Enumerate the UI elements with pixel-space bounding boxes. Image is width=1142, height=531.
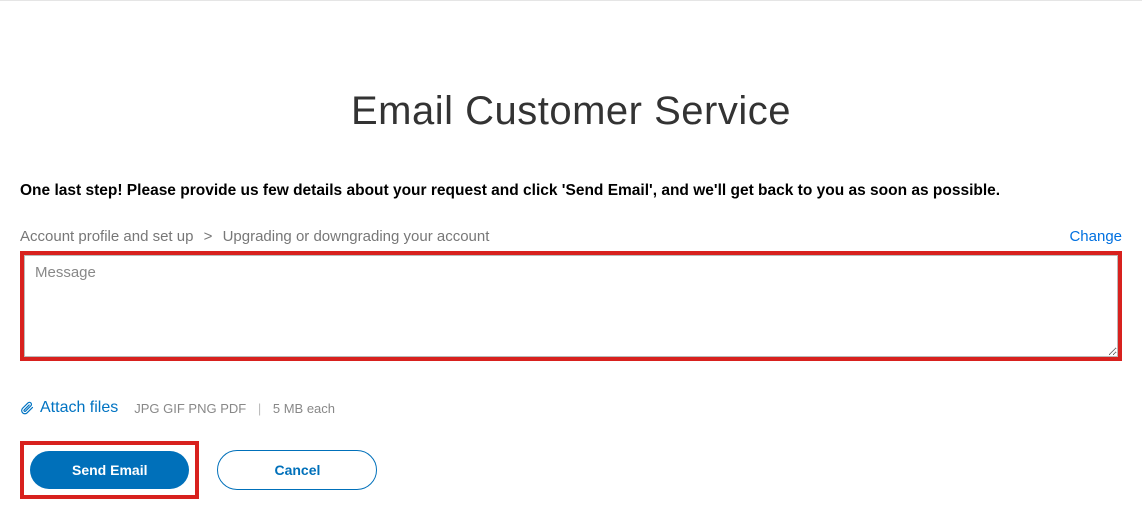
instruction-text: One last step! Please provide us few det… [20,182,1122,200]
message-textarea[interactable] [24,255,1118,357]
attach-files-label: Attach files [40,399,118,417]
send-highlight-box: Send Email [20,441,199,499]
attach-hint-divider: | [258,401,261,416]
breadcrumb-level1: Account profile and set up [20,228,193,245]
breadcrumb-level2: Upgrading or downgrading your account [223,228,490,245]
change-link[interactable]: Change [1069,228,1122,245]
paperclip-icon [20,400,34,416]
attach-hint: JPG GIF PNG PDF | 5 MB each [134,401,335,416]
send-email-button[interactable]: Send Email [30,451,189,489]
attach-files-link[interactable]: Attach files [20,399,118,417]
page-title: Email Customer Service [20,89,1122,134]
cancel-button[interactable]: Cancel [217,450,377,490]
attach-hint-size: 5 MB each [273,401,335,416]
breadcrumb-separator: > [204,228,213,245]
message-highlight-box [20,251,1122,361]
breadcrumb: Account profile and set up > Upgrading o… [20,228,489,245]
attach-hint-formats: JPG GIF PNG PDF [134,401,246,416]
